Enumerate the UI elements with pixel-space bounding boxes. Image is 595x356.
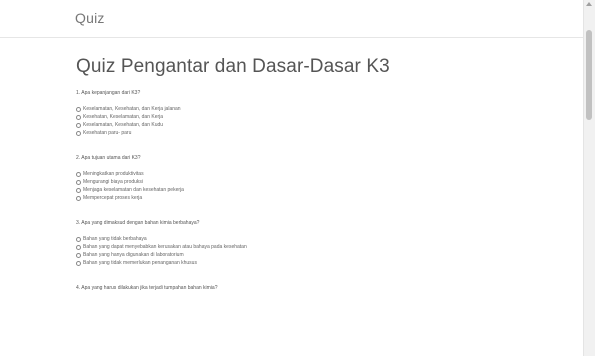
answer-option[interactable]: Keselamatan, Kesehatan, dan Kerja jalana… [76, 105, 576, 113]
radio-button[interactable] [76, 187, 81, 193]
answer-option[interactable]: Bahan yang tidak berbahaya [76, 235, 576, 243]
radio-button[interactable] [76, 122, 81, 128]
question-2: 2. Apa tujuan utama dari K3? Meningkatka… [76, 155, 576, 202]
scroll-up-arrow-icon[interactable] [586, 2, 592, 6]
answer-option[interactable]: Bahan yang dapat menyebabkan kerusakan a… [76, 243, 576, 251]
answer-option[interactable]: Mempercepat proses kerja [76, 194, 576, 202]
option-label[interactable]: Kesehatan, Keselamatan, dan Kerja [83, 114, 163, 120]
option-label[interactable]: Keselamatan, Kesehatan, dan Kudu [83, 122, 163, 128]
question-3: 3. Apa yang dimaksud dengan bahan kimia … [76, 220, 576, 267]
vertical-scrollbar[interactable] [583, 0, 595, 356]
radio-button[interactable] [76, 114, 81, 120]
top-navbar: Quiz [0, 0, 584, 38]
quiz-content: Quiz Pengantar dan Dasar-Dasar K3 1. Apa… [76, 56, 576, 309]
question-text: 1. Apa kepanjangan dari K3? [76, 90, 141, 96]
answer-option[interactable]: Kesehatan, Keselamatan, dan Kerja [76, 113, 576, 121]
option-label[interactable]: Bahan yang tidak memerlukan penanganan k… [83, 260, 197, 266]
answer-option[interactable]: Meningkatkan produktivitas [76, 170, 576, 178]
option-label[interactable]: Bahan yang dapat menyebabkan kerusakan a… [83, 244, 247, 250]
option-label[interactable]: Bahan yang tidak berbahaya [83, 236, 147, 242]
radio-button[interactable] [76, 252, 81, 258]
option-label[interactable]: Mempercepat proses kerja [83, 195, 142, 201]
option-label[interactable]: Bahan yang hanya digunakan di laboratori… [83, 252, 184, 258]
answer-option[interactable]: Mengurangi biaya produksi [76, 178, 576, 186]
answer-option[interactable]: Menjaga keselamatan dan kesehatan pekerj… [76, 186, 576, 194]
radio-button[interactable] [76, 236, 81, 242]
page-title: Quiz Pengantar dan Dasar-Dasar K3 [76, 56, 390, 77]
radio-button[interactable] [76, 130, 81, 136]
option-label[interactable]: Keselamatan, Kesehatan, dan Kerja jalana… [83, 106, 181, 112]
answer-option[interactable]: Keselamatan, Kesehatan, dan Kudu [76, 121, 576, 129]
answer-option[interactable]: Bahan yang hanya digunakan di laboratori… [76, 251, 576, 259]
question-text: 2. Apa tujuan utama dari K3? [76, 155, 141, 161]
question-1: 1. Apa kepanjangan dari K3? Keselamatan,… [76, 90, 576, 137]
option-label[interactable]: Meningkatkan produktivitas [83, 171, 144, 177]
radio-button[interactable] [76, 244, 81, 250]
radio-button[interactable] [76, 195, 81, 201]
radio-button[interactable] [76, 106, 81, 112]
option-label[interactable]: Mengurangi biaya produksi [83, 179, 143, 185]
option-label[interactable]: Kesehatan paru- paru [83, 130, 131, 136]
radio-button[interactable] [76, 260, 81, 266]
question-4: 4. Apa yang harus dilakukan jika terjadi… [76, 285, 576, 291]
question-text: 3. Apa yang dimaksud dengan bahan kimia … [76, 220, 200, 226]
answer-option[interactable]: Bahan yang tidak memerlukan penanganan k… [76, 259, 576, 267]
scrollbar-thumb[interactable] [586, 30, 592, 120]
radio-button[interactable] [76, 179, 81, 185]
question-text: 4. Apa yang harus dilakukan jika terjadi… [76, 285, 218, 291]
radio-button[interactable] [76, 171, 81, 177]
navbar-brand[interactable]: Quiz [75, 10, 105, 26]
answer-option[interactable]: Kesehatan paru- paru [76, 129, 576, 137]
option-label[interactable]: Menjaga keselamatan dan kesehatan pekerj… [83, 187, 184, 193]
